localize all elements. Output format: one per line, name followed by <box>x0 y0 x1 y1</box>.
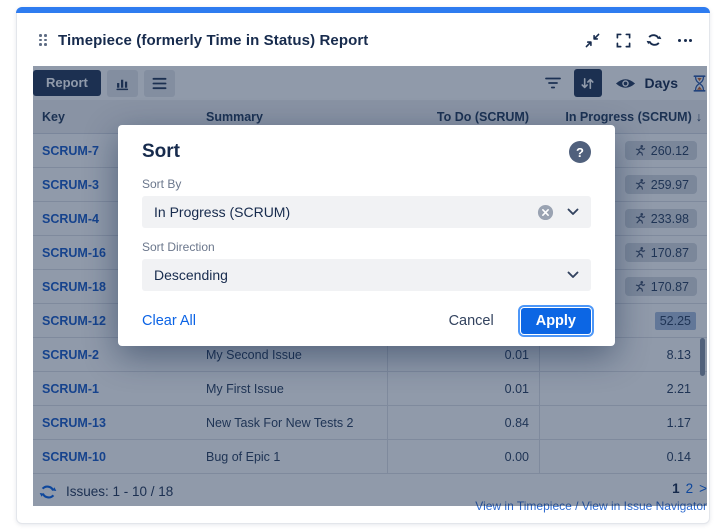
modal-title: Sort <box>142 141 180 163</box>
clear-selection-icon[interactable] <box>537 204 554 221</box>
clear-all-button[interactable]: Clear All <box>142 313 196 329</box>
gadget-title: Timepiece (formerly Time in Status) Repo… <box>58 32 368 49</box>
minimize-icon[interactable] <box>584 32 600 48</box>
sort-direction-label: Sort Direction <box>142 240 591 254</box>
sort-modal: Sort ? Sort By In Progress (SCRUM) Sort … <box>118 125 615 346</box>
fullscreen-icon[interactable] <box>615 32 631 48</box>
sort-direction-select[interactable]: Descending <box>142 259 591 291</box>
sort-by-select[interactable]: In Progress (SCRUM) <box>142 196 591 228</box>
help-icon[interactable]: ? <box>569 141 591 163</box>
refresh-icon[interactable] <box>646 32 662 48</box>
apply-button[interactable]: Apply <box>521 308 591 334</box>
chevron-down-icon[interactable] <box>567 271 579 279</box>
cancel-button[interactable]: Cancel <box>449 313 494 329</box>
drag-handle-icon[interactable] <box>39 34 47 46</box>
chevron-down-icon[interactable] <box>567 208 579 216</box>
gadget-header: Timepiece (formerly Time in Status) Repo… <box>17 14 709 66</box>
more-options-icon[interactable] <box>677 32 693 48</box>
sort-by-label: Sort By <box>142 177 591 191</box>
dashboard-background: Timepiece (formerly Time in Status) Repo… <box>0 0 723 530</box>
gadget-accent-bar <box>16 7 710 13</box>
